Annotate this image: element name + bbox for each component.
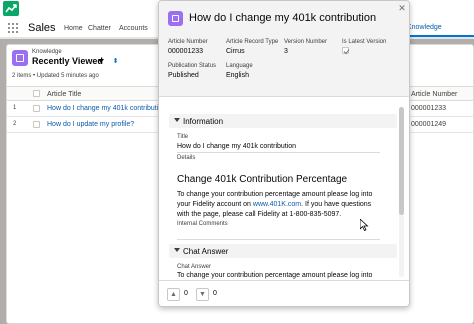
details-text: To change your contribution percentage a… <box>177 190 382 220</box>
field-label-details: Details <box>177 155 196 161</box>
thumbs-up-button[interactable]: ▲ <box>167 288 180 301</box>
row-checkbox[interactable] <box>33 121 40 128</box>
thumbs-down-button[interactable]: ▼ <box>196 288 209 301</box>
field-label-internal-comments: Internal Comments <box>177 221 228 227</box>
section-title: Chat Answer <box>183 247 229 256</box>
section-header-chat-answer[interactable]: Chat Answer <box>169 244 397 258</box>
app-launcher-icon[interactable] <box>8 23 18 33</box>
active-tab-indicator <box>405 35 474 37</box>
field-value-language: English <box>226 72 249 79</box>
field-label-title: Title <box>177 134 189 140</box>
field-value-publication-status: Published <box>168 72 199 79</box>
section-header-information[interactable]: Information <box>169 114 397 128</box>
field-label-chat-answer: Chat Answer <box>177 264 212 270</box>
field-divider <box>177 152 380 153</box>
knowledge-icon <box>12 50 28 66</box>
close-icon[interactable]: ✕ <box>397 3 407 13</box>
chevron-down-icon <box>174 248 180 252</box>
field-value-article-number: 000001233 <box>168 48 204 55</box>
pin-icon[interactable]: ⬍ <box>111 57 120 66</box>
upvote-count: 0 <box>184 290 188 297</box>
row-article-number: 000001249 <box>411 121 447 128</box>
app-name: Sales <box>28 22 56 34</box>
knowledge-icon <box>168 11 183 26</box>
row-title-link[interactable]: How do I update my profile? <box>47 121 134 128</box>
field-value-title: How do I change my 401k contribution <box>177 143 297 150</box>
details-link[interactable]: www.401K.com <box>253 201 301 208</box>
nav-tab-accounts[interactable]: Accounts <box>119 25 148 32</box>
field-value-record-type: Cirrus <box>226 48 245 55</box>
column-header-number[interactable]: Article Number <box>411 91 457 98</box>
app-logo[interactable] <box>3 1 19 16</box>
field-label-publication-status: Publication Status <box>168 63 217 69</box>
row-article-number: 000001233 <box>411 105 447 112</box>
list-view-title[interactable]: Recently Viewed <box>32 56 103 66</box>
field-divider <box>177 239 380 240</box>
nav-tab-knowledge[interactable]: Knowledge <box>407 24 442 31</box>
checkmark-icon <box>343 49 350 55</box>
field-label-version-number: Version Number <box>284 39 328 45</box>
article-preview-popover: How do I change my 401k contribution Art… <box>158 0 410 307</box>
field-label-is-latest: Is Latest Version <box>342 39 387 45</box>
section-title: Information <box>183 117 224 126</box>
nav-tab-home[interactable]: Home <box>64 25 83 32</box>
chevron-down-icon <box>174 118 180 122</box>
mouse-cursor-icon <box>360 219 369 231</box>
select-all-checkbox[interactable] <box>33 90 40 97</box>
field-value-version-number: 3 <box>284 48 288 55</box>
field-label-record-type: Article Record Type <box>226 39 279 45</box>
row-checkbox[interactable] <box>33 105 40 112</box>
field-label-language: Language <box>226 63 253 69</box>
row-number: 2 <box>13 121 17 127</box>
list-object-label: Knowledge <box>32 49 62 55</box>
details-heading: Change 401k Contribution Percentage <box>177 174 348 185</box>
popover-title[interactable]: How do I change my 401k contribution <box>189 12 376 24</box>
nav-tab-chatter[interactable]: Chatter <box>88 25 111 32</box>
trend-icon <box>5 4 17 13</box>
column-header-title[interactable]: Article Title <box>47 91 81 98</box>
field-label-article-number: Article Number <box>168 39 208 45</box>
row-number: 1 <box>13 105 17 111</box>
popover-scrollbar[interactable] <box>399 107 404 277</box>
scrollbar-thumb[interactable] <box>399 107 404 215</box>
popover-footer: ▲ 0 ▼ 0 <box>159 280 409 306</box>
list-view-meta: 2 items • Updated 5 minutes ago <box>12 73 99 79</box>
row-title-link[interactable]: How do I change my 401k contribution <box>47 105 166 112</box>
is-latest-checkbox <box>342 47 350 55</box>
popover-header: How do I change my 401k contribution Art… <box>159 1 409 97</box>
list-view-chevron-down-icon[interactable] <box>98 59 104 63</box>
downvote-count: 0 <box>213 290 217 297</box>
